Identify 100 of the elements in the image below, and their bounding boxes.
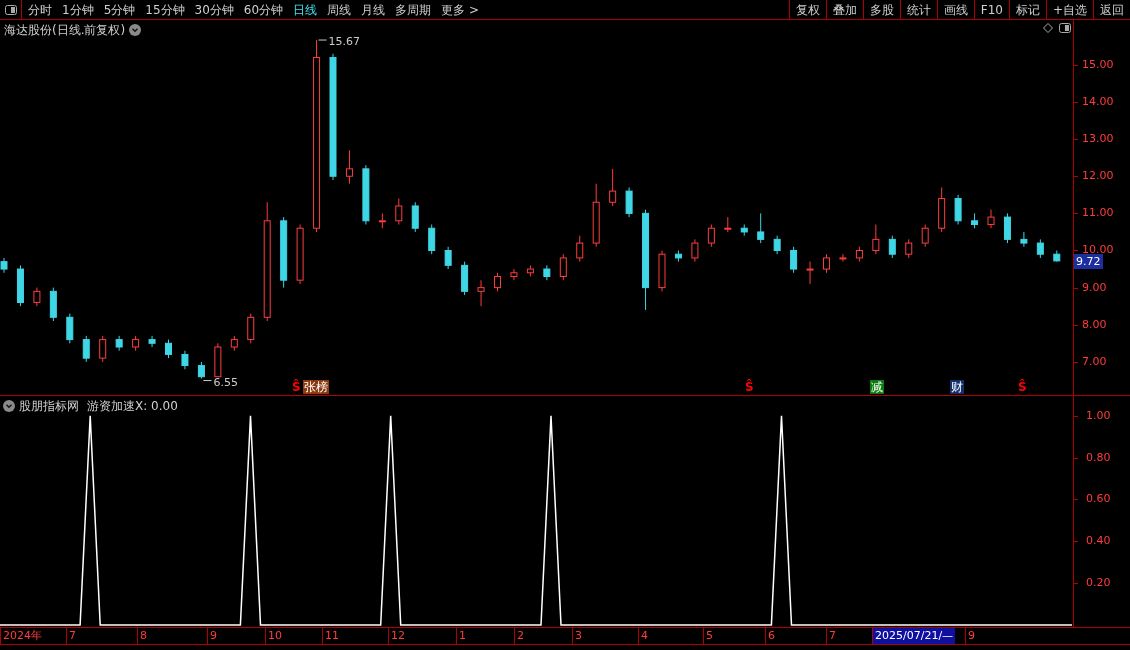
candlestick (1020, 231, 1028, 248)
price-label: 6.55 (213, 375, 238, 389)
leader-line (202, 380, 212, 382)
toolbar-button[interactable]: 返回 (1093, 0, 1130, 19)
candlestick (839, 253, 847, 263)
event-icon[interactable]: Ŝ (292, 380, 301, 394)
candlestick (510, 268, 518, 281)
period-tab[interactable]: 日线 (293, 0, 318, 19)
candlestick (477, 279, 485, 307)
candlestick (790, 246, 798, 274)
axis-label: 0.40 (1086, 533, 1111, 550)
period-tab[interactable]: 多周期 (395, 0, 432, 19)
candlestick (494, 272, 501, 292)
candlestick (625, 186, 633, 218)
toolbar-button[interactable]: 统计 (899, 0, 937, 19)
period-tab[interactable]: 15分钟 (145, 0, 185, 19)
candlestick (428, 224, 436, 255)
candlestick (609, 168, 617, 207)
candlestick (806, 261, 814, 285)
axis-label: 13.00 (1082, 131, 1114, 148)
period-tab[interactable]: 更多 > (441, 0, 479, 19)
period-tab[interactable]: 周线 (327, 0, 352, 19)
candlestick (691, 238, 699, 263)
axis-label: 8.00 (1082, 316, 1107, 333)
toolbar-button[interactable]: F10 (973, 0, 1009, 19)
toolbar-button[interactable]: +自选 (1045, 0, 1093, 19)
period-tab[interactable]: 1分钟 (62, 0, 94, 19)
toolbar-button[interactable]: 复权 (788, 0, 826, 19)
candlestick (165, 339, 172, 359)
candlestick (954, 194, 962, 225)
candlestick (971, 212, 979, 229)
candlestick (0, 257, 8, 274)
candlestick (461, 261, 469, 296)
axis-label: 12.00 (1082, 168, 1114, 185)
axis-label: 0.80 (1086, 449, 1111, 466)
current-price-badge: 9.72 (1074, 253, 1103, 269)
price-label: 15.67 (328, 35, 361, 49)
toolbar-button[interactable]: 画线 (936, 0, 974, 19)
event-icon[interactable]: Ŝ (745, 380, 754, 394)
period-tab[interactable]: 60分钟 (243, 0, 284, 19)
candlestick (132, 335, 140, 352)
candlestick (181, 350, 189, 370)
toolbar-button[interactable]: 标记 (1008, 0, 1046, 19)
candlestick (1003, 212, 1011, 244)
dropdown-icon[interactable] (3, 400, 15, 412)
axis-label: 14.00 (1082, 94, 1114, 110)
toolbar-button[interactable]: 多股 (862, 0, 900, 19)
candlestick (49, 287, 57, 322)
candlestick (378, 212, 386, 229)
date-label: 11 (322, 628, 341, 644)
candlestick (115, 335, 123, 352)
date-label: 9 (207, 628, 219, 644)
dropdown-icon[interactable] (129, 24, 142, 36)
leader-line (318, 39, 328, 41)
candlestick (757, 212, 765, 244)
candlestick (214, 342, 222, 378)
period-tab[interactable]: 5分钟 (103, 0, 136, 19)
candlestick (247, 313, 255, 344)
date-label: 5 (703, 628, 715, 644)
candlestick (724, 216, 732, 233)
indicator-reading: 游资加速X: 0.00 (87, 398, 178, 415)
date-label: 4 (638, 628, 650, 644)
period-tab[interactable]: 月线 (361, 0, 386, 19)
period-tab[interactable]: 分时 (28, 0, 52, 19)
candlestick (707, 224, 715, 248)
candlestick (444, 246, 452, 270)
candlestick (658, 250, 666, 292)
date-label: 8 (137, 628, 149, 644)
candlestick (411, 201, 419, 233)
diamond-icon[interactable] (1043, 23, 1053, 33)
period-tab[interactable]: 30分钟 (194, 0, 234, 19)
candlestick (740, 224, 748, 237)
candlestick (99, 335, 107, 363)
candlestick (362, 164, 370, 225)
event-tag[interactable]: 减 (870, 380, 884, 394)
candlestick (855, 246, 863, 263)
date-label: 2025/07/21/— (872, 628, 956, 644)
date-label: 6 (765, 628, 777, 644)
event-icon[interactable]: Ŝ (1018, 380, 1027, 394)
toolbar-button[interactable]: 叠加 (825, 0, 863, 19)
candlestick (1036, 238, 1044, 259)
candlestick (526, 264, 534, 277)
candlestick (1053, 250, 1061, 263)
candlestick (230, 335, 238, 352)
candlestick (674, 250, 682, 263)
panel-toggle-icon[interactable] (1059, 23, 1071, 33)
event-tag[interactable]: 张榜 (303, 380, 329, 394)
panel-toggle-icon[interactable] (4, 4, 17, 15)
candlestick (345, 149, 353, 185)
axis-label: 0.20 (1086, 575, 1111, 592)
event-tag[interactable]: 财 (950, 380, 964, 394)
date-label: 3 (572, 628, 584, 644)
candlestick (823, 253, 830, 274)
axis-label: 11.00 (1082, 205, 1114, 222)
candlestick (872, 224, 880, 255)
candlestick (987, 209, 995, 229)
candlestick (296, 224, 304, 285)
indicator-source: 股朋指标网 (19, 398, 79, 415)
candlestick (559, 253, 567, 281)
candlestick (16, 264, 24, 307)
